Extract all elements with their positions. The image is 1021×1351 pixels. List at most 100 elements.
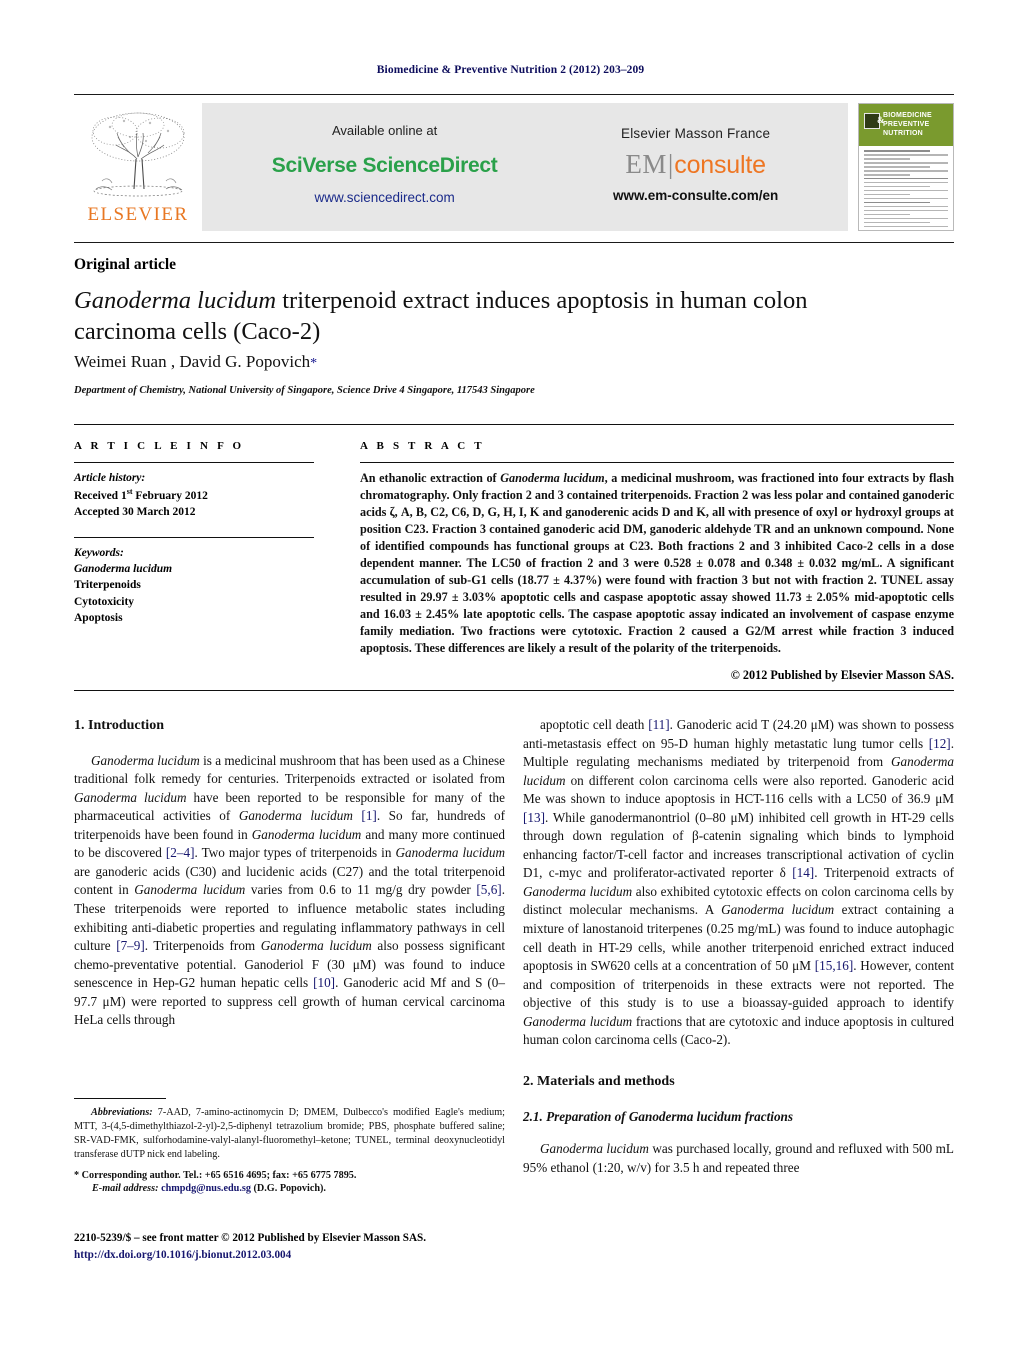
page-title: Ganoderma lucidum triterpenoid extract i… — [74, 285, 904, 348]
section-heading-introduction: 1. Introduction — [74, 718, 164, 733]
cover-title-line-2: PREVENTIVE NUTRITION — [883, 120, 930, 137]
abstract-divider — [360, 462, 954, 463]
cover-contents-lines — [859, 146, 953, 230]
abstract-part-1: An ethanolic extraction of — [360, 471, 501, 485]
citation-reference[interactable]: [1] — [361, 808, 376, 823]
citation-reference[interactable]: [13] — [523, 810, 545, 825]
sciverse-sciencedirect-wordmark: SciVerse ScienceDirect — [271, 153, 498, 177]
text-run: . Triterpenoid extracts of — [814, 865, 954, 881]
journal-masthead: ELSEVIER Available online at SciVerse Sc… — [74, 94, 954, 231]
subsection-prefix: 2.1. Preparation of — [523, 1108, 629, 1124]
received-prefix: Received 1 — [74, 490, 127, 503]
elsevier-masson-france-label: Elsevier Masson France — [621, 126, 771, 142]
abstract-text: An ethanolic extraction of Ganoderma luc… — [360, 470, 954, 657]
species-name: Ganoderma lucidum — [260, 938, 372, 954]
footnote-separator-rule — [74, 1098, 166, 1099]
journal-article-page: Biomedicine & Preventive Nutrition 2 (20… — [0, 0, 1021, 1351]
elsevier-logo: ELSEVIER — [74, 103, 202, 231]
species-name: Ganoderma lucidum — [721, 902, 835, 918]
em-consulte-wordmark: EM|consulte — [613, 151, 778, 178]
abstract-species-name: Ganoderma lucidum — [500, 471, 605, 485]
species-name: Ganoderma lucidum — [523, 883, 633, 899]
em-consulte-url[interactable]: www.em-consulte.com/en — [613, 186, 778, 206]
page-title-species: Ganoderma lucidum — [74, 287, 277, 314]
cover-journal-title: BIOMEDICINE PREVENTIVE NUTRITION — [883, 112, 953, 138]
corresponding-author-note: * Corresponding author. Tel.: +65 6516 4… — [74, 1169, 505, 1183]
email-note: E-mail address: chmpdg@nus.edu.sg (D.G. … — [74, 1182, 505, 1196]
citation-reference[interactable]: [7–9] — [116, 938, 145, 953]
em-mark-left: EM — [625, 149, 667, 179]
email-label: E-mail address: — [92, 1183, 159, 1195]
text-run: apoptotic cell death — [540, 717, 649, 732]
citation-reference[interactable]: [10] — [313, 975, 335, 990]
article-info-divider-2 — [74, 536, 314, 538]
article-info-heading: A R T I C L E I N F O — [74, 440, 245, 452]
keyword-item: Apoptosis — [74, 612, 123, 625]
abbreviations-label: Abbreviations: — [91, 1107, 153, 1118]
species-name: Ganoderma lucidum — [251, 826, 362, 842]
journal-cover-thumbnail: & BIOMEDICINE PREVENTIVE NUTRITION — [858, 103, 954, 231]
corresponding-star: * — [74, 1169, 80, 1181]
received-suffix: February 2012 — [132, 490, 208, 503]
issn-front-matter: 2210-5239/$ – see front matter © 2012 Pu… — [74, 1232, 427, 1244]
em-mark-right: consulte — [674, 151, 766, 179]
citation-reference[interactable]: [11] — [648, 717, 669, 732]
article-accepted-date: Accepted 30 March 2012 — [74, 506, 196, 519]
email-owner: (D.G. Popovich). — [253, 1183, 326, 1195]
article-type-label: Original article — [74, 256, 177, 273]
sciencedirect-url[interactable]: www.sciencedirect.com — [272, 188, 498, 208]
elsevier-wordmark: ELSEVIER — [87, 204, 189, 225]
citation-reference[interactable]: [14] — [792, 865, 814, 880]
corresponding-details: Corresponding author. Tel.: +65 6516 469… — [81, 1169, 357, 1181]
abstract-column: A B S T R A C T An ethanolic extraction … — [360, 440, 954, 683]
species-name: Ganoderma lucidum — [238, 808, 353, 824]
species-name: Ganoderma lucidum — [540, 1141, 649, 1157]
subsection-heading-preparation: 2.1. Preparation of Ganoderma lucidum fr… — [523, 1108, 954, 1127]
text-run: on different colon carcinoma cells were … — [523, 772, 954, 807]
masthead-grey-band: Available online at SciVerse ScienceDire… — [202, 103, 848, 231]
article-info-column: A R T I C L E I N F O Article history: R… — [74, 440, 314, 626]
author-list: Weimei Ruan , David G. Popovich* — [74, 352, 317, 372]
abstract-heading: A B S T R A C T — [360, 440, 485, 452]
species-name: Ganoderma lucidum — [395, 845, 505, 861]
email-link[interactable]: chmpdg@nus.edu.sg — [161, 1183, 251, 1194]
citation-reference[interactable]: [15,16] — [815, 958, 853, 973]
doi-link[interactable]: http://dx.doi.org/10.1016/j.bionut.2012.… — [74, 1247, 534, 1264]
keyword-item: Triterpenoids — [74, 579, 141, 592]
species-name: Ganoderma lucidum — [74, 789, 187, 805]
species-name: Ganoderma lucidum — [134, 882, 246, 898]
methods-paragraph: Ganoderma lucidum was purchased locally,… — [523, 1140, 954, 1177]
em-consulte-block: Elsevier Masson France EM|consulte www.e… — [613, 124, 778, 205]
article-received-date: Received 1st February 2012 — [74, 486, 314, 504]
species-name: Ganoderma lucidum — [523, 1013, 633, 1029]
cover-title-line-1: BIOMEDICINE — [883, 112, 932, 119]
text-run: . Two major types of triterpenoids in — [194, 845, 396, 861]
body-column-right: apoptotic cell death [11]. Ganoderic aci… — [523, 716, 954, 1177]
body-column-left: 1. Introduction Ganoderma lucidum is a m… — [74, 716, 505, 1030]
abstract-part-2: , a medicinal mushroom, was fractioned i… — [360, 471, 955, 656]
footnote-block: Abbreviations: 7-AAD, 7-amino-actinomyci… — [74, 1106, 505, 1196]
corresponding-author-marker: * — [310, 356, 318, 371]
sciencedirect-block: Available online at SciVerse ScienceDire… — [272, 122, 498, 208]
affiliation: Department of Chemistry, National Univer… — [74, 385, 535, 396]
introduction-paragraph: Ganoderma lucidum is a medicinal mushroo… — [74, 752, 505, 1030]
subsection-suffix: fractions — [741, 1108, 794, 1124]
abbreviations-note: Abbreviations: 7-AAD, 7-amino-actinomyci… — [74, 1106, 505, 1162]
running-head: Biomedicine & Preventive Nutrition 2 (20… — [376, 64, 645, 76]
keywords-label: Keywords: — [74, 546, 124, 559]
abstract-copyright: © 2012 Published by Elsevier Masson SAS. — [730, 668, 954, 683]
available-online-label: Available online at — [331, 123, 438, 139]
text-run: varies from 0.6 to 11 mg/g dry powder — [245, 882, 477, 898]
citation-reference[interactable]: [2–4] — [166, 845, 195, 860]
elsevier-tree-icon — [91, 112, 185, 197]
species-name: Ganoderma lucidum — [91, 752, 200, 768]
citation-reference[interactable]: [12] — [929, 736, 951, 751]
abstract-block-bottom-rule — [74, 690, 954, 691]
author-names: Weimei Ruan , David G. Popovich — [74, 352, 311, 371]
subsection-species: Ganoderma lucidum — [628, 1108, 742, 1124]
abstract-block-top-rule — [74, 424, 954, 425]
text-run: . Triterpenoids from — [144, 938, 261, 954]
cover-header-band: & BIOMEDICINE PREVENTIVE NUTRITION — [859, 104, 953, 146]
section-heading-materials-methods: 2. Materials and methods — [523, 1073, 675, 1089]
citation-reference[interactable]: [5,6] — [476, 882, 501, 897]
